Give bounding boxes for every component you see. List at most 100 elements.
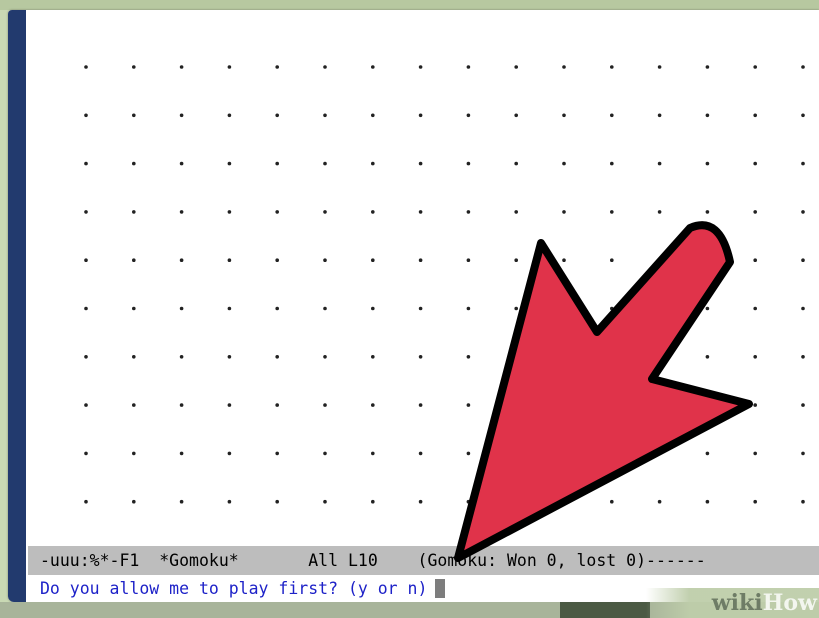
board-intersection[interactable]	[132, 403, 136, 407]
board-intersection[interactable]	[466, 499, 471, 504]
board-intersection[interactable]	[227, 161, 232, 166]
board-intersection[interactable]	[84, 210, 88, 214]
board-intersection[interactable]	[705, 451, 710, 456]
board-intersection[interactable]	[84, 306, 88, 311]
board-intersection[interactable]	[227, 65, 232, 69]
board-intersection[interactable]	[610, 306, 614, 311]
board-intersection[interactable]	[705, 113, 710, 118]
board-intersection[interactable]	[132, 65, 136, 69]
board-intersection[interactable]	[179, 451, 184, 456]
board-intersection[interactable]	[514, 403, 518, 407]
board-intersection[interactable]	[514, 161, 518, 166]
board-intersection[interactable]	[132, 451, 136, 456]
board-intersection[interactable]	[132, 499, 136, 504]
board-intersection[interactable]	[418, 161, 423, 166]
board-intersection[interactable]	[466, 306, 471, 311]
board-intersection[interactable]	[371, 451, 375, 456]
board-intersection[interactable]	[227, 499, 232, 504]
board-intersection[interactable]	[753, 258, 757, 262]
board-intersection[interactable]	[562, 451, 566, 456]
board-intersection[interactable]	[275, 258, 279, 262]
board-intersection[interactable]	[610, 403, 614, 407]
board-intersection[interactable]	[657, 161, 662, 166]
board-intersection[interactable]	[227, 306, 232, 311]
board-intersection[interactable]	[323, 210, 327, 214]
board-intersection[interactable]	[227, 403, 232, 407]
board-intersection[interactable]	[179, 210, 184, 214]
board-intersection[interactable]	[418, 355, 423, 359]
board-intersection[interactable]	[466, 355, 471, 359]
board-intersection[interactable]	[132, 306, 136, 311]
board-intersection[interactable]	[801, 355, 805, 359]
board-intersection[interactable]	[323, 451, 327, 456]
board-intersection[interactable]	[418, 451, 423, 456]
board-intersection[interactable]	[84, 355, 88, 359]
board-intersection[interactable]	[466, 403, 471, 407]
board-intersection[interactable]	[610, 258, 614, 262]
board-intersection[interactable]	[371, 161, 375, 166]
board-intersection[interactable]	[801, 65, 805, 69]
board-intersection[interactable]	[514, 258, 518, 262]
board-intersection[interactable]	[227, 113, 232, 118]
board-intersection[interactable]	[657, 306, 662, 311]
board-intersection[interactable]	[514, 451, 518, 456]
board-intersection[interactable]	[418, 403, 423, 407]
board-intersection[interactable]	[514, 306, 518, 311]
board-intersection[interactable]	[562, 113, 566, 118]
board-intersection[interactable]	[227, 210, 232, 214]
board-intersection[interactable]	[179, 161, 184, 166]
gomoku-board[interactable]	[28, 10, 819, 546]
board-intersection[interactable]	[371, 65, 375, 69]
board-intersection[interactable]	[610, 451, 614, 456]
board-intersection[interactable]	[179, 65, 184, 69]
board-intersection[interactable]	[371, 403, 375, 407]
board-intersection[interactable]	[610, 210, 614, 214]
board-intersection[interactable]	[753, 306, 757, 311]
board-intersection[interactable]	[466, 113, 471, 118]
board-intersection[interactable]	[657, 210, 662, 214]
board-intersection[interactable]	[562, 210, 566, 214]
board-intersection[interactable]	[514, 113, 518, 118]
board-intersection[interactable]	[801, 451, 805, 456]
board-intersection[interactable]	[179, 403, 184, 407]
board-intersection[interactable]	[418, 306, 423, 311]
board-intersection[interactable]	[227, 258, 232, 262]
board-intersection[interactable]	[610, 499, 614, 504]
board-intersection[interactable]	[705, 210, 710, 214]
board-intersection[interactable]	[275, 210, 279, 214]
board-intersection[interactable]	[132, 258, 136, 262]
board-intersection[interactable]	[84, 113, 88, 118]
board-intersection[interactable]	[323, 355, 327, 359]
board-intersection[interactable]	[657, 355, 662, 359]
board-intersection[interactable]	[84, 451, 88, 456]
board-intersection[interactable]	[753, 451, 757, 456]
board-intersection[interactable]	[275, 499, 279, 504]
board-intersection[interactable]	[275, 161, 279, 166]
board-intersection[interactable]	[84, 403, 88, 407]
board-intersection[interactable]	[610, 355, 614, 359]
board-intersection[interactable]	[705, 161, 710, 166]
board-intersection[interactable]	[323, 258, 327, 262]
board-intersection[interactable]	[275, 113, 279, 118]
board-intersection[interactable]	[562, 306, 566, 311]
board-intersection[interactable]	[323, 403, 327, 407]
board-intersection[interactable]	[753, 355, 757, 359]
board-intersection[interactable]	[801, 161, 805, 166]
board-intersection[interactable]	[179, 355, 184, 359]
board-intersection[interactable]	[753, 113, 757, 118]
board-intersection[interactable]	[705, 306, 710, 311]
board-intersection[interactable]	[466, 258, 471, 262]
board-intersection[interactable]	[514, 65, 518, 69]
board-intersection[interactable]	[753, 403, 757, 407]
board-intersection[interactable]	[705, 258, 710, 262]
board-intersection[interactable]	[323, 306, 327, 311]
board-intersection[interactable]	[753, 65, 757, 69]
board-grid[interactable]	[28, 10, 819, 546]
board-intersection[interactable]	[275, 65, 279, 69]
board-intersection[interactable]	[705, 403, 710, 407]
board-intersection[interactable]	[132, 210, 136, 214]
board-intersection[interactable]	[371, 499, 375, 504]
board-intersection[interactable]	[657, 65, 662, 69]
board-intersection[interactable]	[657, 113, 662, 118]
board-intersection[interactable]	[275, 355, 279, 359]
